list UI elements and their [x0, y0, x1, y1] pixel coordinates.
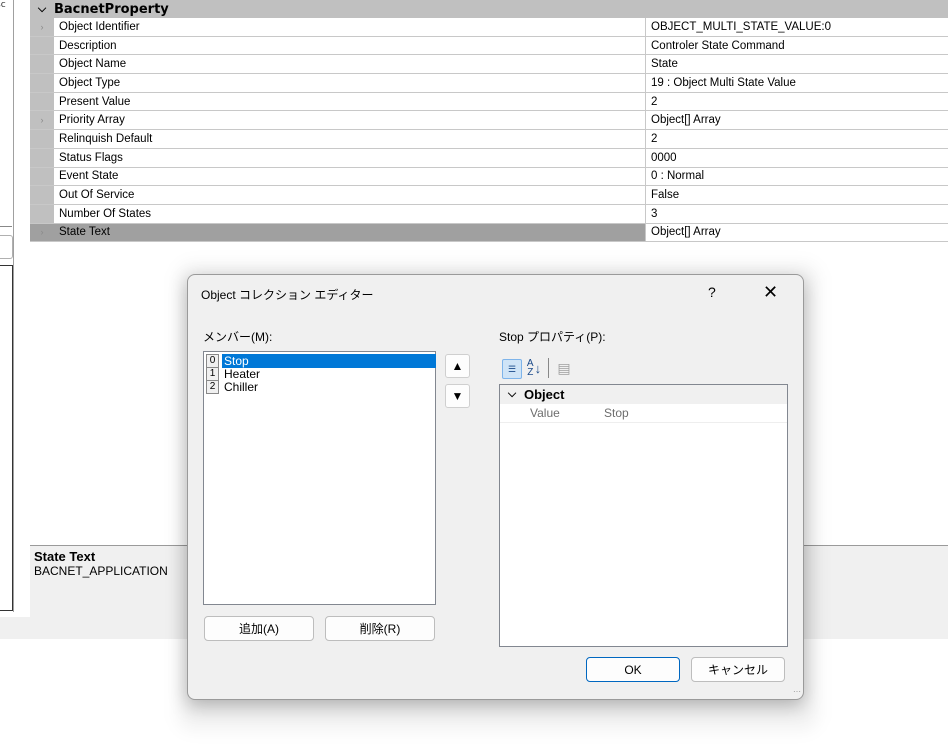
- grid-row-name[interactable]: Description: [54, 36, 646, 55]
- property-grid-dialog: ⌵ Object Value Stop: [499, 384, 788, 647]
- grid-row[interactable]: Description Controler State Command: [30, 36, 948, 56]
- members-list[interactable]: 0 Stop 1 Heater 2 Chiller: [203, 351, 436, 605]
- grid-row[interactable]: Status Flags 0000: [30, 148, 948, 168]
- help-icon[interactable]: ?: [708, 284, 716, 300]
- property-pages-icon[interactable]: ▤: [555, 359, 573, 377]
- grid-row-value[interactable]: 19 : Object Multi State Value: [646, 74, 948, 92]
- remove-button[interactable]: 削除(R): [325, 616, 435, 641]
- grid-row-name[interactable]: Priority Array: [54, 111, 646, 130]
- close-icon[interactable]: ✕: [763, 282, 778, 303]
- row-gutter: [30, 148, 54, 167]
- dialog-title: Object コレクション エディター: [201, 288, 374, 302]
- grid-category-label: BacnetProperty: [54, 1, 169, 17]
- left-panel-top-box: [0, 0, 12, 227]
- grid-row-name[interactable]: Number Of States: [54, 204, 646, 223]
- property-name[interactable]: Value: [500, 406, 604, 420]
- sort-alpha-icon[interactable]: A Z ↓: [525, 359, 543, 378]
- grid-row[interactable]: Present Value 2: [30, 92, 948, 112]
- grid-row-value[interactable]: 2: [646, 92, 948, 111]
- member-label: Heater: [224, 366, 261, 381]
- row-gutter: [30, 186, 54, 204]
- chevron-right-icon[interactable]: ›: [30, 18, 54, 36]
- member-item[interactable]: 1 Heater: [206, 366, 436, 381]
- grid-row-name[interactable]: Object Name: [54, 55, 646, 74]
- categorized-icon[interactable]: ☰: [502, 359, 522, 379]
- row-gutter: [30, 55, 54, 74]
- chevron-down-icon[interactable]: ⌵: [500, 388, 524, 401]
- grid-row-name[interactable]: Event State: [54, 167, 646, 186]
- properties-label: Stop プロパティ(P):: [499, 330, 606, 344]
- grid-rows: › Object Identifier OBJECT_MULTI_STATE_VAL…: [30, 18, 948, 243]
- grid-row-value[interactable]: False: [646, 186, 948, 204]
- grid-row-name[interactable]: Relinquish Default: [54, 130, 646, 148]
- grid-row-name[interactable]: State Text: [54, 223, 646, 242]
- cancel-button[interactable]: キャンセル: [691, 657, 785, 682]
- resize-grip-icon[interactable]: ⋯: [793, 687, 801, 696]
- move-down-button[interactable]: ▼: [445, 384, 470, 408]
- grid-row[interactable]: Object Type 19 : Object Multi State Value: [30, 74, 948, 93]
- property-category-label: Object: [524, 387, 565, 402]
- row-gutter: [30, 167, 54, 186]
- member-item[interactable]: 0 Stop: [206, 353, 436, 368]
- grid-row-value[interactable]: Controler State Command: [646, 36, 948, 55]
- chevron-right-icon[interactable]: ›: [30, 223, 54, 242]
- row-gutter: [30, 92, 54, 111]
- grid-row[interactable]: › Priority Array Object[] Array: [30, 111, 948, 131]
- members-label: メンバー(M):: [203, 330, 273, 344]
- left-panel: sc: [0, 0, 14, 612]
- grid-row[interactable]: Relinquish Default 2: [30, 130, 948, 149]
- member-index: 1: [206, 366, 219, 381]
- property-row[interactable]: Value Stop: [500, 404, 787, 423]
- ok-button[interactable]: OK: [586, 657, 680, 682]
- grid-row-value[interactable]: 0000: [646, 148, 948, 167]
- grid-row-name[interactable]: Out Of Service: [54, 186, 646, 204]
- add-button[interactable]: 追加(A): [204, 616, 314, 641]
- arrow-down-icon: ▼: [451, 389, 464, 403]
- grid-row-name[interactable]: Status Flags: [54, 148, 646, 167]
- grid-row[interactable]: › State Text Object[] Array: [30, 223, 948, 243]
- property-category-object[interactable]: ⌵ Object: [500, 385, 787, 404]
- property-grid: ⌵ BacnetProperty › Object Identifier OBJEC…: [30, 0, 948, 243]
- left-panel-tab-fragment[interactable]: sc: [0, 0, 6, 10]
- chevron-right-icon[interactable]: ›: [30, 111, 54, 130]
- property-rows: Value Stop: [500, 404, 787, 423]
- grid-row[interactable]: Event State 0 : Normal: [30, 167, 948, 187]
- member-label: Chiller: [224, 379, 259, 394]
- grid-category-bacnetproperty[interactable]: ⌵ BacnetProperty: [30, 0, 948, 18]
- member-item[interactable]: 2 Chiller: [206, 379, 436, 394]
- member-index: 0: [206, 353, 219, 368]
- chevron-down-icon[interactable]: ⌵: [30, 2, 54, 16]
- grid-row[interactable]: Number Of States 3: [30, 204, 948, 224]
- grid-row[interactable]: Object Name State: [30, 55, 948, 75]
- toolbar-separator: [548, 358, 549, 378]
- property-value[interactable]: Stop: [604, 406, 787, 420]
- row-gutter: [30, 36, 54, 55]
- grid-row-name[interactable]: Present Value: [54, 92, 646, 111]
- left-panel-bottom-box: [0, 265, 13, 611]
- move-up-button[interactable]: ▲: [445, 354, 470, 378]
- row-gutter: [30, 204, 54, 223]
- grid-row[interactable]: Out Of Service False: [30, 186, 948, 205]
- grid-row-value[interactable]: State: [646, 55, 948, 74]
- grid-row-value[interactable]: 2: [646, 130, 948, 148]
- member-index: 2: [206, 379, 219, 394]
- collection-editor-dialog: Object コレクション エディター ? ✕ メンバー(M): 0 Stop 1 H…: [187, 274, 804, 700]
- grid-row[interactable]: › Object Identifier OBJECT_MULTI_STATE_VAL…: [30, 18, 948, 37]
- left-panel-button[interactable]: [0, 235, 13, 259]
- grid-row-value[interactable]: Object[] Array: [646, 111, 948, 130]
- member-label: Stop: [222, 353, 436, 368]
- grid-row-name[interactable]: Object Type: [54, 74, 646, 92]
- grid-row-name[interactable]: Object Identifier: [54, 18, 646, 36]
- grid-row-value[interactable]: OBJECT_MULTI_STATE_VALUE:0: [646, 18, 948, 36]
- grid-row-value[interactable]: 3: [646, 204, 948, 223]
- arrow-up-icon: ▲: [451, 359, 464, 373]
- grid-row-value[interactable]: 0 : Normal: [646, 167, 948, 186]
- grid-row-value[interactable]: Object[] Array: [646, 223, 948, 242]
- row-gutter: [30, 74, 54, 92]
- row-gutter: [30, 130, 54, 148]
